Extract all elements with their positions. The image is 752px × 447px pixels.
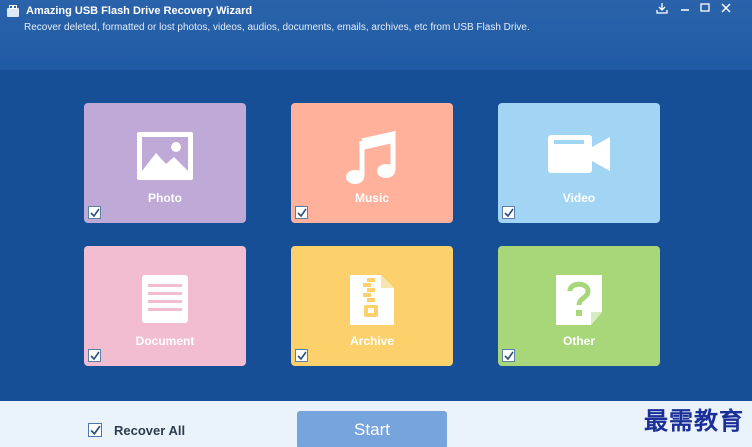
other-checkbox[interactable] [502,349,515,362]
document-icon [142,275,188,323]
restore-icon[interactable] [697,1,713,15]
tile-photo[interactable]: Photo [84,103,246,223]
checkmark-icon [504,208,514,218]
archive-zip-icon [350,275,394,325]
file-type-panel: Photo Music Video Document Archive Other [0,70,752,401]
music-checkbox[interactable] [295,206,308,219]
archive-checkbox[interactable] [295,349,308,362]
window-subtitle: Recover deleted, formatted or lost photo… [24,22,530,33]
video-camera-icon [548,135,610,173]
save-icon[interactable] [654,1,670,15]
tile-document[interactable]: Document [84,246,246,366]
checkmark-icon [90,208,100,218]
checkmark-icon [504,351,514,361]
tile-label: Other [562,334,595,348]
title-bar: Amazing USB Flash Drive Recovery Wizard … [0,0,752,70]
tile-label: Music [354,191,389,205]
minimize-icon[interactable] [677,1,693,15]
video-checkbox[interactable] [502,206,515,219]
start-button[interactable]: Start [297,411,447,447]
question-file-icon [556,275,602,325]
checkmark-icon [90,425,101,436]
tile-label: Video [562,191,596,205]
close-icon[interactable] [718,1,734,15]
photo-icon [137,132,193,180]
document-checkbox[interactable] [88,349,101,362]
tile-other[interactable]: Other [498,246,660,366]
checkmark-icon [90,351,100,361]
tile-label: Document [135,334,195,348]
app-icon [7,5,19,17]
watermark-text: 最需教育 [644,406,744,435]
recover-all-checkbox[interactable] [88,423,102,437]
tile-music[interactable]: Music [291,103,453,223]
tile-video[interactable]: Video [498,103,660,223]
footer-bar: Recover All Start 最需教育 [0,401,752,447]
recover-all-label[interactable]: Recover All [114,423,185,438]
tile-label: Photo [148,191,182,205]
photo-checkbox[interactable] [88,206,101,219]
tile-label: Archive [349,334,395,348]
music-note-icon [346,131,396,184]
checkmark-icon [297,208,307,218]
tile-archive[interactable]: Archive [291,246,453,366]
window-title: Amazing USB Flash Drive Recovery Wizard [26,5,253,17]
checkmark-icon [297,351,307,361]
